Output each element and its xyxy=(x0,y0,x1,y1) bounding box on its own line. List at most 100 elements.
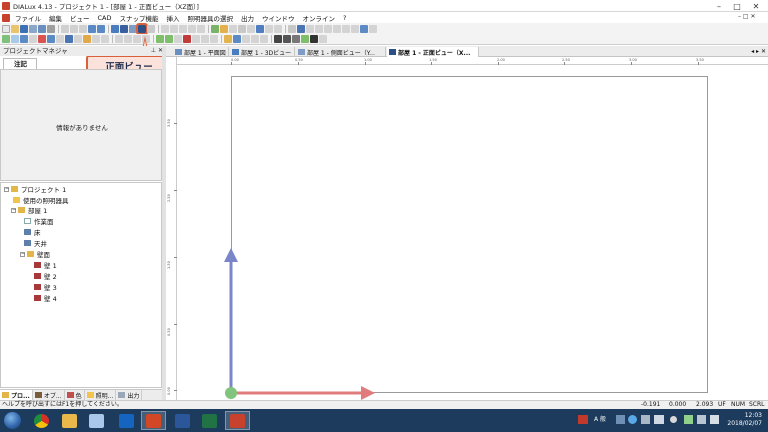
maximize-button[interactable]: □ xyxy=(728,0,746,12)
luminaire-list-icon[interactable] xyxy=(224,35,232,43)
view-option-icon[interactable] xyxy=(147,24,155,33)
tools-icon[interactable] xyxy=(47,24,55,33)
zoom-out-icon[interactable] xyxy=(170,24,178,33)
open-folder-icon[interactable] xyxy=(11,24,19,33)
zoom-in-icon[interactable] xyxy=(161,24,169,33)
distribution-icon[interactable] xyxy=(260,35,268,43)
document-list-icon[interactable] xyxy=(369,24,377,33)
close-button[interactable]: ✕ xyxy=(746,0,766,12)
menu-snap[interactable]: スナップ機能 xyxy=(116,13,163,23)
select-cursor-icon[interactable] xyxy=(2,35,10,43)
polyline-tool-icon[interactable] xyxy=(283,35,291,43)
volume-icon[interactable] xyxy=(697,415,706,424)
tab-front-view[interactable]: 部屋 1 - 正面ビュー（X... xyxy=(387,47,479,57)
layer-icon[interactable] xyxy=(351,24,359,33)
tree-item-project[interactable]: − プロジェクト 1 xyxy=(4,184,66,194)
align-icon[interactable] xyxy=(74,35,82,43)
zoom-window-icon[interactable] xyxy=(179,24,187,33)
tree-item-used-luminaires[interactable]: 使用の照明器具 xyxy=(13,195,69,205)
more-tools-icon[interactable] xyxy=(319,35,327,43)
report-icon[interactable] xyxy=(274,24,282,33)
snap-icon[interactable] xyxy=(92,35,100,43)
luminaire-icon[interactable] xyxy=(220,24,228,33)
tilt-icon[interactable] xyxy=(251,35,259,43)
undo-icon[interactable] xyxy=(88,24,96,33)
taskbar-dialux[interactable] xyxy=(225,411,250,430)
battery-icon[interactable] xyxy=(710,415,719,424)
tree-item-floor[interactable]: 床 xyxy=(24,227,41,237)
array-icon[interactable] xyxy=(65,35,73,43)
minimize-button[interactable]: – xyxy=(710,0,728,12)
taskbar-outlook[interactable] xyxy=(114,411,139,430)
render-icon[interactable] xyxy=(247,24,255,33)
line-tool-icon[interactable] xyxy=(274,35,282,43)
edit-points-icon[interactable] xyxy=(47,35,55,43)
save-icon[interactable] xyxy=(20,24,28,33)
grid-icon[interactable] xyxy=(238,24,246,33)
menu-luminaire-selection[interactable]: 照明器具の選択 xyxy=(184,13,238,23)
circle-arrangement-icon[interactable] xyxy=(210,35,218,43)
origin-point[interactable] xyxy=(225,387,237,399)
isolines-icon[interactable] xyxy=(297,24,305,33)
ortho-icon[interactable] xyxy=(101,35,109,43)
taskbar-notepad[interactable] xyxy=(84,411,109,430)
tab-floor-plan[interactable]: 部屋 1 - 平面図 xyxy=(173,47,229,57)
new-file-icon[interactable] xyxy=(2,24,10,33)
pin-icon[interactable]: ⊥ xyxy=(151,46,156,56)
help-icon[interactable] xyxy=(628,415,637,424)
delete-icon[interactable] xyxy=(38,35,46,43)
tab-project[interactable]: プロ... xyxy=(0,390,33,400)
floor-plan-view-icon[interactable] xyxy=(120,24,128,33)
tab-3d-view[interactable]: 部屋 1 - 3Dビュー xyxy=(230,47,295,57)
taskbar-chrome[interactable] xyxy=(29,411,54,430)
menu-window[interactable]: ウインドウ xyxy=(258,13,299,23)
tab-notes[interactable]: 注記 xyxy=(3,58,37,69)
arrow-left-icon[interactable] xyxy=(174,35,182,43)
menu-help[interactable]: ? xyxy=(339,14,350,22)
menu-view[interactable]: ビュー xyxy=(66,13,94,23)
tree-item-wall-3[interactable]: 壁 3 xyxy=(34,282,57,292)
pan-hand-icon[interactable] xyxy=(133,35,141,43)
front-view-icon[interactable] xyxy=(136,22,148,35)
document-icon[interactable] xyxy=(2,13,10,22)
tab-navigation[interactable]: ◂ ▸ ✕ xyxy=(751,46,766,57)
tray-overflow-icon[interactable] xyxy=(670,416,677,423)
tree-item-wall-2[interactable]: 壁 2 xyxy=(34,271,57,281)
false-color-icon[interactable] xyxy=(288,24,296,33)
tree-icon[interactable] xyxy=(156,35,164,43)
tree-item-room-1[interactable]: − 部屋 1 xyxy=(11,205,47,215)
redo-icon[interactable] xyxy=(97,24,105,33)
tab-luminaires[interactable]: 照明... xyxy=(85,390,117,400)
rotate-icon[interactable] xyxy=(20,35,28,43)
front-view-canvas[interactable] xyxy=(177,66,768,400)
move-icon[interactable] xyxy=(29,35,37,43)
light-scene-icon[interactable] xyxy=(315,24,323,33)
tab-objects[interactable]: オブ... xyxy=(33,390,65,400)
dialux-app-icon[interactable] xyxy=(2,1,10,10)
raytracer-icon[interactable] xyxy=(256,24,264,33)
mdi-window-controls[interactable]: – □ ✕ xyxy=(738,13,756,20)
settings-icon[interactable] xyxy=(641,415,650,424)
tree-item-wall-4[interactable]: 壁 4 xyxy=(34,293,57,303)
mount-icon[interactable] xyxy=(242,35,250,43)
flag-icon[interactable] xyxy=(578,415,588,424)
dimension-icon[interactable] xyxy=(342,24,350,33)
mirror-icon[interactable] xyxy=(56,35,64,43)
ime-indicator[interactable]: A 般 xyxy=(594,414,606,423)
collapse-toggle[interactable]: − xyxy=(4,186,9,192)
zoom-extents-icon[interactable] xyxy=(124,35,132,43)
tab-side-view[interactable]: 部屋 1 - 側面ビュー（Y... xyxy=(296,47,386,57)
copy-icon[interactable] xyxy=(70,24,78,33)
cut-icon[interactable] xyxy=(61,24,69,33)
paste-icon[interactable] xyxy=(79,24,87,33)
menu-insert[interactable]: 挿入 xyxy=(163,13,184,23)
collapse-toggle[interactable]: − xyxy=(20,251,25,257)
taskbar-powerpoint[interactable] xyxy=(141,411,166,430)
start-button-icon[interactable] xyxy=(4,412,21,429)
light-icon[interactable] xyxy=(183,35,191,43)
pan-icon[interactable] xyxy=(197,24,205,33)
value-chart-icon[interactable] xyxy=(306,24,314,33)
selection-icon[interactable] xyxy=(229,24,237,33)
network-icon[interactable] xyxy=(684,415,693,424)
daylight-icon[interactable] xyxy=(324,24,332,33)
